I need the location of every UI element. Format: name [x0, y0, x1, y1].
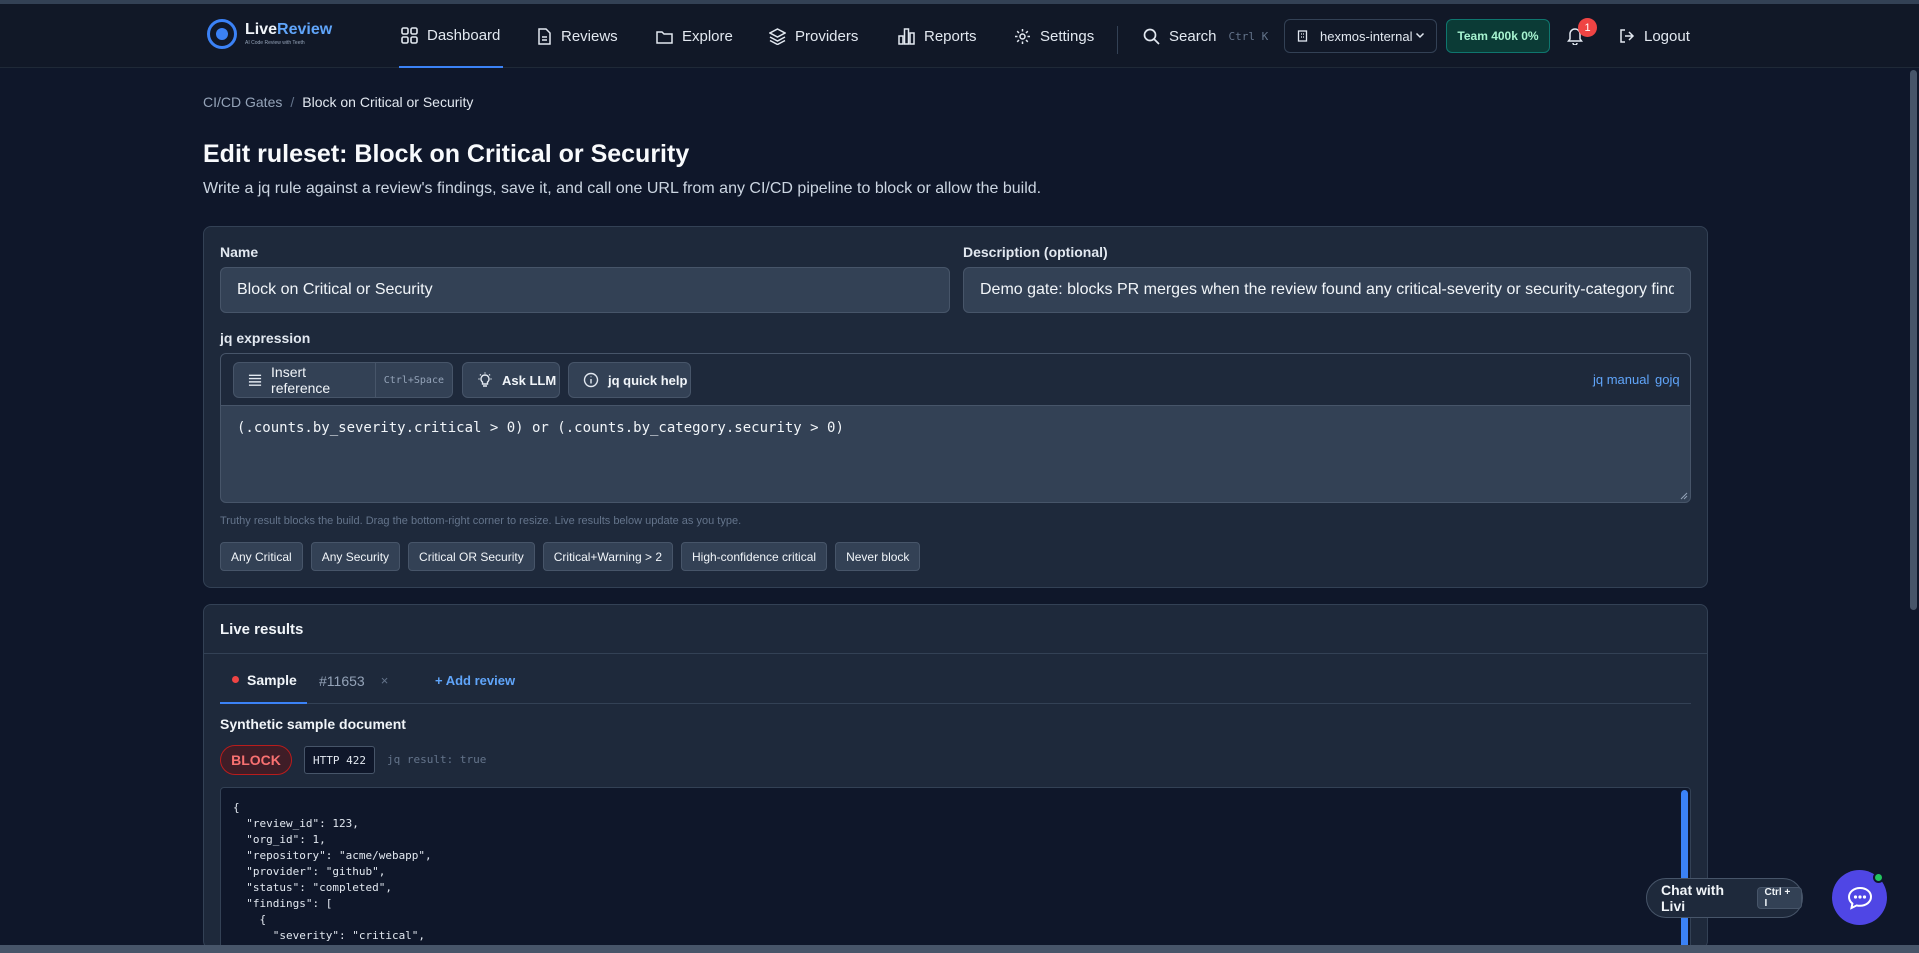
tab-review-11653[interactable]: #11653 ×	[319, 657, 388, 704]
nav-explore[interactable]: Explore	[656, 4, 733, 68]
preset-any-critical[interactable]: Any Critical	[220, 542, 303, 571]
gojq-link[interactable]: gojq	[1655, 372, 1680, 387]
verdict-badge: BLOCK	[220, 745, 292, 775]
logout-icon	[1620, 29, 1635, 43]
nav-providers[interactable]: Providers	[769, 4, 858, 68]
preset-high-confidence-critical[interactable]: High-confidence critical	[681, 542, 828, 571]
preset-critical-warning[interactable]: Critical+Warning > 2	[542, 542, 673, 571]
name-label: Name	[220, 244, 259, 260]
tab-sample[interactable]: Sample	[220, 657, 307, 704]
team-plan-badge[interactable]: Team 400k 0%	[1446, 19, 1550, 53]
info-icon	[583, 372, 599, 388]
nav-reports[interactable]: Reports	[898, 4, 977, 68]
results-tabs: Sample #11653 × + Add review	[220, 657, 1691, 704]
insert-reference-button[interactable]: Insert reference Ctrl+Space	[233, 362, 453, 398]
breadcrumb-separator: /	[290, 94, 295, 110]
online-indicator	[1873, 872, 1884, 883]
window-bottom-border	[0, 945, 1919, 953]
grid-icon	[401, 26, 418, 44]
sample-json-viewer[interactable]: { "review_id": 123, "org_id": 1, "reposi…	[220, 787, 1691, 948]
document-icon	[538, 27, 551, 45]
page-title: Edit ruleset: Block on Critical or Secur…	[203, 140, 690, 168]
insert-reference-shortcut: Ctrl+Space	[374, 363, 452, 397]
app-logo[interactable]: LiveReview AI Code Review with Teeth	[207, 19, 332, 49]
jq-editor-toolbar: Insert reference Ctrl+Space Ask LLM jq q…	[221, 354, 1690, 406]
notification-count: 1	[1578, 18, 1597, 37]
live-results-header: Live results	[204, 605, 1707, 654]
nav-divider	[1117, 26, 1118, 54]
logo-tagline: AI Code Review with Teeth	[245, 40, 305, 46]
chat-shortcut: Ctrl + I	[1757, 887, 1802, 909]
live-results-card: Live results Sample #11653 × + Add revie…	[203, 604, 1708, 949]
preset-never-block[interactable]: Never block	[835, 542, 921, 571]
logout-button[interactable]: Logout	[1619, 4, 1690, 68]
ask-llm-button[interactable]: Ask LLM	[462, 362, 560, 398]
layers-icon	[769, 27, 786, 45]
building-icon	[1297, 30, 1308, 42]
org-selector[interactable]: hexmos-internal	[1284, 19, 1437, 53]
jq-expression-textarea[interactable]: (.counts.by_severity.critical > 0) or (.…	[237, 420, 844, 436]
description-input[interactable]	[963, 267, 1691, 313]
lightbulb-icon	[478, 372, 492, 387]
live-results-title: Live results	[220, 621, 304, 638]
json-scrollbar[interactable]	[1681, 790, 1688, 948]
top-navbar: LiveReview AI Code Review with Teeth Das…	[0, 4, 1919, 68]
gear-icon	[1015, 28, 1030, 44]
chat-with-livi-button[interactable]: Chat with Livi Ctrl + I	[1646, 878, 1803, 918]
folder-icon	[656, 30, 673, 44]
list-icon	[248, 374, 262, 386]
search-icon	[1143, 28, 1160, 45]
chat-bubble-icon	[1847, 886, 1872, 910]
http-status-badge: HTTP 422	[304, 746, 375, 774]
chevron-down-icon	[1415, 32, 1425, 39]
jq-result-text: jq result: true	[387, 753, 487, 766]
preset-critical-or-security[interactable]: Critical OR Security	[408, 542, 535, 571]
jq-editor-hint: Truthy result blocks the build. Drag the…	[220, 515, 742, 527]
nav-dashboard[interactable]: Dashboard	[399, 4, 503, 68]
nav-search[interactable]: Search Ctrl K	[1143, 4, 1268, 68]
sample-json-content: { "review_id": 123, "org_id": 1, "reposi…	[233, 801, 432, 948]
ruleset-form-card: Name Description (optional) jq expressio…	[203, 226, 1708, 588]
page-subtitle: Write a jq rule against a review's findi…	[203, 180, 1042, 197]
preset-any-security[interactable]: Any Security	[310, 542, 401, 571]
jq-editor: Insert reference Ctrl+Space Ask LLM jq q…	[220, 353, 1691, 503]
breadcrumb-current: Block on Critical or Security	[302, 94, 474, 110]
description-label: Description (optional)	[963, 244, 1108, 260]
breadcrumb: CI/CD Gates / Block on Critical or Secur…	[203, 94, 473, 110]
resize-grip-icon[interactable]	[1678, 490, 1688, 500]
page-scrollbar[interactable]	[1910, 70, 1917, 610]
jq-expression-label: jq expression	[220, 330, 311, 346]
jq-manual-link[interactable]: jq manual	[1593, 372, 1649, 387]
status-dot-icon	[232, 676, 239, 683]
name-input[interactable]	[220, 267, 950, 313]
nav-reviews[interactable]: Reviews	[537, 4, 618, 68]
nav-settings[interactable]: Settings	[1014, 4, 1094, 68]
sample-document-title: Synthetic sample document	[220, 716, 406, 732]
breadcrumb-parent[interactable]: CI/CD Gates	[203, 94, 282, 110]
logo-mark-icon	[207, 19, 237, 49]
close-icon[interactable]: ×	[381, 673, 389, 688]
jq-quick-help-button[interactable]: jq quick help	[568, 362, 691, 398]
bar-chart-icon	[898, 27, 915, 45]
search-shortcut: Ctrl K	[1228, 29, 1269, 43]
logo-name: LiveReview	[245, 21, 333, 38]
preset-buttons: Any Critical Any Security Critical OR Se…	[220, 542, 928, 571]
add-review-button[interactable]: + Add review	[435, 657, 515, 704]
